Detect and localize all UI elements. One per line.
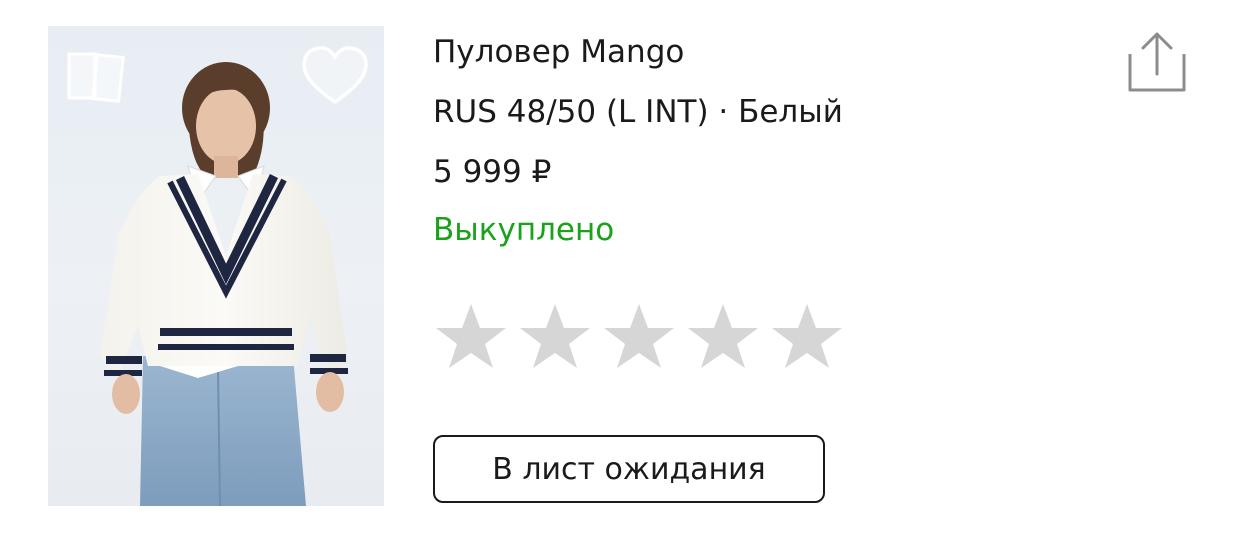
star-icon	[520, 304, 590, 368]
star-icon	[436, 304, 506, 368]
compare-cards-icon[interactable]	[66, 48, 128, 106]
product-price: 5 999 ₽	[433, 154, 552, 190]
product-title[interactable]: Пуловер Mango	[433, 30, 684, 74]
rating-star-5[interactable]	[769, 300, 845, 372]
product-image[interactable]	[48, 26, 384, 506]
rating-star-3[interactable]	[601, 300, 677, 372]
star-icon	[604, 304, 674, 368]
heart-outline-icon[interactable]	[300, 44, 370, 108]
rating-star-1[interactable]	[433, 300, 509, 372]
order-status: Выкуплено	[433, 212, 615, 248]
product-variant: RUS 48/50 (L INT) · Белый	[433, 94, 843, 130]
share-icon[interactable]	[1124, 30, 1190, 94]
star-icon	[772, 304, 842, 368]
star-icon	[688, 304, 758, 368]
waitlist-button[interactable]: В лист ожидания	[433, 435, 825, 503]
rating-stars	[433, 300, 845, 372]
rating-star-2[interactable]	[517, 300, 593, 372]
rating-star-4[interactable]	[685, 300, 761, 372]
